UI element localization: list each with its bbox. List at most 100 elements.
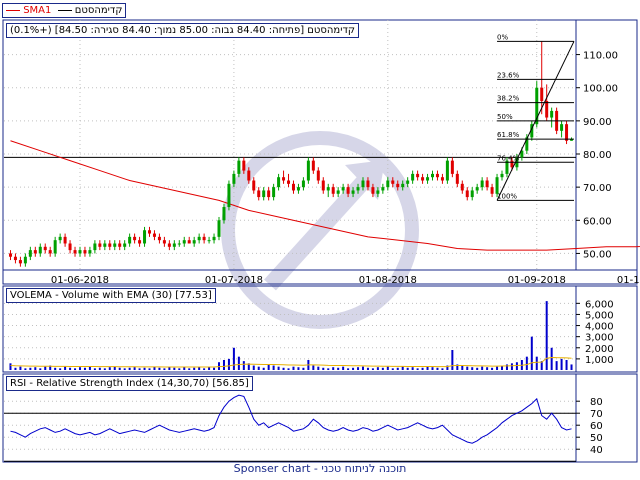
candle-body	[58, 236, 62, 241]
candle-body	[470, 190, 474, 198]
volume-bar	[416, 368, 419, 370]
volume-header: VOLEMA - Volume with EMA (30) [77.53]	[6, 288, 216, 303]
volume-bar	[496, 366, 499, 370]
volume-bar	[292, 366, 295, 370]
candle-body	[78, 250, 82, 254]
volume-bar	[19, 366, 22, 370]
volume-bar	[466, 366, 469, 370]
date-tick-label: 01-10-2018	[617, 275, 640, 286]
price-tick-label: 60.00	[583, 216, 612, 227]
volume-bar	[213, 367, 216, 370]
candle-body	[98, 243, 102, 247]
price-tick-label: 50.00	[583, 249, 612, 260]
volume-bar	[327, 368, 330, 370]
candle-body	[123, 243, 127, 247]
candle-body	[18, 260, 22, 264]
volume-bar	[421, 367, 424, 370]
rsi-tick-label: 40	[590, 445, 603, 456]
candle-body	[152, 233, 156, 237]
volume-bar	[565, 360, 568, 370]
price-tick-label: 80.00	[583, 150, 612, 161]
candle-body	[182, 240, 186, 244]
candle-body	[38, 246, 42, 254]
candle-body	[401, 183, 405, 188]
volume-bar	[476, 367, 479, 370]
candle-body	[237, 160, 241, 174]
candle-body	[306, 160, 310, 181]
candle-body	[128, 236, 132, 244]
candle-body	[162, 240, 166, 244]
fib-level-label: 23.6%	[497, 71, 520, 79]
candle-body	[490, 187, 494, 194]
volume-tick-label: 2,000	[585, 344, 614, 355]
candle-body	[301, 180, 305, 188]
candle-body	[545, 100, 549, 118]
candle-body	[217, 220, 221, 237]
candle-body	[33, 250, 37, 254]
volume-bar	[148, 368, 151, 370]
volume-bar	[193, 367, 196, 370]
candle-body	[172, 243, 176, 247]
candle-body	[460, 183, 464, 191]
candle-body	[366, 180, 370, 188]
volume-bar	[332, 367, 335, 370]
volume-bar	[515, 362, 518, 370]
volume-tick-label: 6,000	[585, 299, 614, 310]
volume-bar	[282, 367, 285, 370]
candle-body	[43, 246, 47, 251]
candle-body	[103, 243, 107, 247]
volume-bar	[287, 368, 290, 370]
volume-bar	[158, 367, 161, 370]
volume-bar	[342, 366, 345, 370]
volume-bar	[168, 367, 171, 370]
volume-bar	[163, 368, 166, 370]
volume-bar	[108, 367, 111, 370]
candle-body	[485, 180, 489, 188]
candle-body	[311, 160, 315, 171]
fib-level-label: 38.2%	[497, 95, 520, 103]
volume-tick-label: 3,000	[585, 333, 614, 344]
volume-bar	[39, 368, 42, 370]
candle-body	[282, 177, 286, 181]
volume-bar	[257, 366, 260, 370]
candle-body	[450, 160, 454, 174]
candle-body	[167, 243, 171, 247]
volume-tick-label: 1,000	[585, 355, 614, 366]
volume-bar	[411, 367, 414, 370]
candle-body	[406, 180, 410, 184]
volume-bar	[570, 364, 573, 370]
candle-body	[108, 243, 112, 247]
volume-bar	[93, 368, 96, 370]
volume-bar	[426, 366, 429, 370]
volume-bar	[173, 367, 176, 370]
volume-bar	[555, 361, 558, 370]
candle-body	[192, 240, 196, 244]
volume-bar	[262, 367, 265, 370]
candle-body	[247, 170, 251, 181]
candle-body	[550, 110, 554, 118]
candle-body	[560, 124, 564, 131]
candle-body	[316, 170, 320, 181]
candle-body	[386, 180, 390, 188]
candle-body	[440, 177, 444, 181]
footer-text: Sponser chart - תוכנה לניתוח טכני	[233, 462, 407, 475]
volume-bar	[535, 356, 538, 370]
candle-body	[257, 190, 261, 198]
volume-bar	[9, 363, 12, 370]
candle-body	[371, 187, 375, 194]
candle-body	[321, 180, 325, 191]
volume-bar	[386, 366, 389, 370]
candle-body	[242, 160, 246, 171]
volume-bar	[237, 356, 240, 370]
candle-body	[277, 177, 281, 188]
candle-body	[113, 243, 117, 247]
volume-bar	[198, 367, 201, 370]
volume-bar	[322, 367, 325, 370]
candle-body	[212, 236, 216, 241]
price-header: קדימהסטם [פתיחה: 84.40 גבוה: 85.00 נמוך:…	[6, 23, 360, 38]
volume-bar	[143, 367, 146, 370]
volume-bar	[396, 367, 399, 370]
volume-bar	[530, 336, 533, 370]
date-tick-label: 01-06-2018	[51, 275, 109, 286]
chart-legend: SMA1 קדימהסטם	[2, 3, 127, 18]
